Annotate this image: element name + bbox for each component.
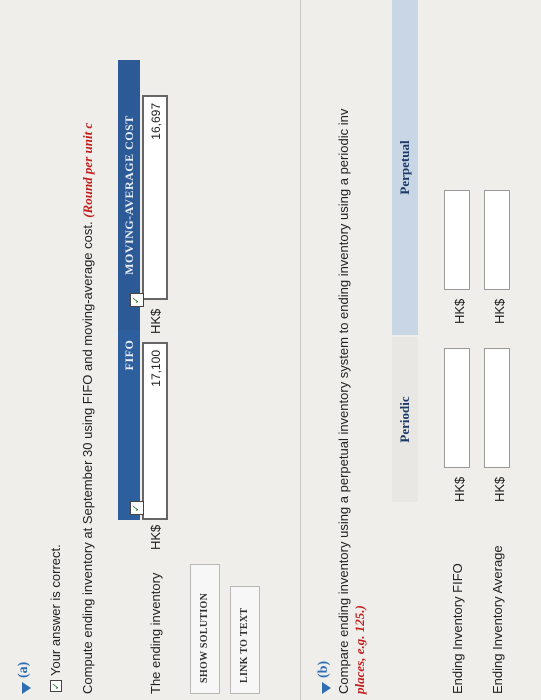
part-b-label: (b) [316, 660, 331, 678]
ending-inventory-label: The ending inventory [148, 572, 163, 694]
perpetual-header: Perpetual [397, 140, 412, 195]
instruction-b-text: Compare ending inventory using a perpetu… [336, 108, 351, 694]
fifo-periodic-input[interactable] [444, 348, 470, 468]
rotated-content: (a) ✓ Your answer is correct. Compute en… [0, 0, 541, 700]
moving-average-input[interactable]: 16,697 [142, 95, 168, 300]
instruction-a-text: Compute ending inventory at September 30… [80, 221, 95, 694]
periodic-header: Periodic [397, 396, 412, 443]
average-periodic-input[interactable] [484, 348, 510, 468]
part-a-label: (a) [16, 661, 31, 678]
ending-average-label: Ending Inventory Average [490, 545, 505, 694]
average-periodic-currency: HK$ [492, 476, 507, 502]
collapse-triangle-icon[interactable] [22, 682, 31, 694]
fifo-perpetual-currency: HK$ [452, 298, 467, 324]
average-perpetual-input[interactable] [484, 190, 510, 290]
perpetual-header-bar: Perpetual [392, 0, 418, 335]
moving-currency: HK$ [148, 308, 163, 334]
correct-check-icon: ✓ [50, 680, 62, 692]
fifo-value: 17,100 [149, 350, 163, 387]
rounding-note-b: places, e.g. 125.) [352, 605, 367, 694]
fifo-perpetual-input[interactable] [444, 190, 470, 290]
moving-average-header: MOVING-AVERAGE COST [122, 115, 136, 275]
rounding-note-a: (Round per unit c [80, 122, 95, 218]
section-divider [300, 0, 301, 700]
moving-check-icon: ✓ [130, 293, 144, 307]
instruction-b: Compare ending inventory using a perpetu… [336, 0, 368, 694]
link-to-text-label: LINK TO TEXT [239, 607, 250, 683]
instruction-a: Compute ending inventory at September 30… [80, 123, 96, 694]
fifo-periodic-currency: HK$ [452, 476, 467, 502]
ending-fifo-label: Ending Inventory FIFO [450, 563, 465, 694]
moving-average-header-bar: MOVING-AVERAGE COST [118, 60, 140, 330]
show-solution-button[interactable]: SHOW SOLUTION [190, 564, 220, 694]
periodic-header-bar: Periodic [392, 337, 418, 502]
fifo-currency: HK$ [148, 524, 163, 550]
link-to-text-button[interactable]: LINK TO TEXT [230, 586, 260, 694]
average-perpetual-currency: HK$ [492, 298, 507, 324]
fifo-header: FIFO [122, 339, 136, 371]
show-solution-label: SHOW SOLUTION [199, 592, 210, 683]
fifo-input[interactable]: 17,100 [142, 342, 168, 520]
moving-average-value: 16,697 [149, 103, 163, 140]
fifo-check-icon: ✓ [130, 501, 144, 515]
collapse-triangle-icon[interactable] [322, 682, 331, 694]
correct-message: Your answer is correct. [48, 544, 63, 676]
